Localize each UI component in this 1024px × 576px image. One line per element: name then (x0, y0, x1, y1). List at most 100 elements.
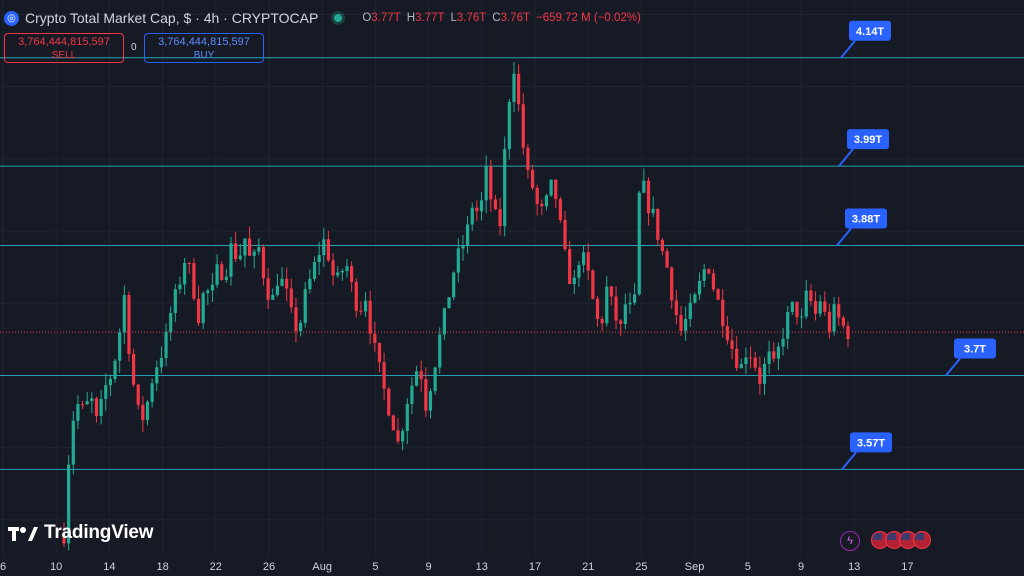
candle-body (331, 260, 335, 276)
candle-body (795, 301, 799, 318)
x-tick-label: 5 (372, 561, 378, 573)
candle-body (605, 286, 609, 324)
us-flag-icon[interactable] (913, 531, 931, 549)
level-label-text: 4.14T (856, 26, 884, 38)
candle-body (818, 301, 822, 314)
candle-body (656, 208, 660, 240)
candle-body (581, 252, 586, 265)
candle-body (781, 338, 785, 347)
candle-body (800, 316, 804, 318)
candle-body (354, 281, 358, 311)
candle-body (298, 322, 303, 332)
level-label[interactable]: 3.57T (841, 432, 892, 470)
level-label[interactable]: 3.7T (945, 338, 996, 377)
market-status-icon (334, 14, 343, 22)
candle-body (442, 308, 447, 335)
x-tick-label: 25 (635, 561, 647, 573)
candle-body (642, 180, 646, 193)
candle-body (517, 73, 521, 105)
candle-body (628, 302, 632, 305)
candle-body (479, 200, 484, 212)
candle-body (767, 351, 771, 364)
candle-body (118, 332, 122, 361)
candle-body (549, 179, 553, 196)
candle-body (702, 269, 706, 281)
candle-body (215, 264, 219, 285)
candle-body (503, 149, 507, 227)
level-label[interactable]: 3.99T (838, 129, 889, 167)
price-chart[interactable]: 4.14T 3.99T 3.88T 3.7T 3.57T 6 10 14 18 22 26 Aug 5… (0, 0, 1024, 576)
candle-body (526, 147, 530, 170)
candle-body (758, 367, 762, 384)
x-tick-label: 14 (103, 561, 115, 573)
candle-body (456, 248, 460, 273)
x-tick-label: 22 (210, 561, 222, 573)
candle-body (136, 384, 140, 405)
candle-body (252, 251, 256, 256)
candle-body (178, 284, 182, 290)
candle-body (837, 304, 841, 318)
candle-body (312, 261, 317, 279)
candle-body (447, 297, 451, 309)
candle-body (498, 209, 502, 227)
candle-body (530, 169, 535, 188)
x-tick-label: 10 (50, 561, 62, 573)
candle-body (614, 296, 618, 321)
candle-body (790, 301, 794, 313)
candle-body (521, 104, 525, 148)
tradingview-logo[interactable]: TradingView (8, 522, 154, 544)
candle-body (99, 398, 103, 417)
candlestick-series (62, 61, 850, 551)
candle-body (164, 331, 168, 359)
level-label[interactable]: 4.14T (840, 20, 891, 59)
level-label[interactable]: 3.88T (836, 208, 887, 247)
candle-body (786, 312, 790, 339)
buy-button[interactable]: 3,764,444,815,597 BUY (144, 33, 264, 63)
x-tick-label: Sep (685, 561, 705, 573)
candle-body (340, 270, 344, 273)
lightning-icon[interactable]: ϟ (840, 531, 860, 551)
ohlc-readout: O3.77T H3.77T L3.76T C3.76T −659.72 M (−… (362, 12, 641, 24)
candle-body (651, 208, 655, 214)
candle-body (832, 304, 836, 332)
candle-body (159, 358, 164, 368)
buy-label: BUY (193, 50, 215, 61)
candle-body (85, 401, 89, 405)
chart-header: ◎ Crypto Total Market Cap, $ · 4h · CRYP… (4, 7, 641, 29)
candle-body (600, 319, 604, 324)
candle-body (591, 270, 595, 299)
candle-body (813, 301, 818, 314)
candle-body (266, 278, 270, 300)
label-pointer (945, 357, 961, 377)
symbol-title[interactable]: Crypto Total Market Cap, $ · 4h · CRYPTO… (25, 10, 318, 26)
crypto-logo-icon[interactable]: ◎ (4, 10, 19, 26)
tradingview-logo-text: TradingView (44, 522, 154, 543)
candle-body (271, 294, 275, 300)
candle-body (90, 398, 94, 402)
candle-body (220, 264, 224, 280)
candle-body (350, 266, 354, 282)
candle-body (243, 238, 247, 256)
candle-body (572, 277, 576, 285)
candle-body (201, 293, 205, 324)
x-tick-label: 18 (156, 561, 168, 573)
candle-body (419, 371, 423, 380)
candle-body (707, 269, 711, 274)
candle-body (484, 166, 488, 201)
x-tick-label: 9 (798, 561, 804, 573)
candle-body (238, 255, 242, 260)
candle-body (224, 276, 228, 280)
sell-button[interactable]: 3,764,444,815,597 SELL (4, 33, 124, 63)
candle-body (646, 180, 651, 214)
candle-body (368, 300, 372, 334)
candle-body (688, 302, 692, 320)
candle-body (382, 362, 386, 389)
economic-events-flags[interactable] (871, 531, 931, 549)
candle-body (748, 357, 753, 359)
horizontal-levels (0, 57, 1024, 470)
high-value: 3.77T (415, 12, 445, 24)
x-tick-label: 17 (529, 561, 541, 573)
candle-body (150, 383, 154, 402)
candle-body (665, 251, 669, 268)
close-value: 3.76T (500, 12, 531, 24)
